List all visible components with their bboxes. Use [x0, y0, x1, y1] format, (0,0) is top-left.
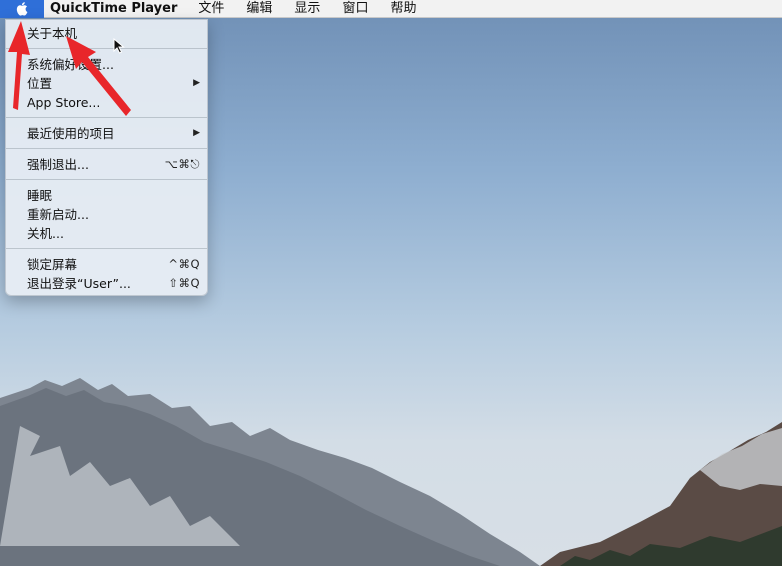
- menu-item-sleep[interactable]: 睡眠: [6, 186, 207, 205]
- menu-item-label: 退出登录“User”...: [27, 276, 131, 291]
- menu-item-label: 强制退出...: [27, 157, 89, 172]
- menu-item-label: 睡眠: [27, 188, 53, 203]
- apple-dropdown-menu: 关于本机 系统偏好设置... 位置 ▶ App Store... 最近使用的项目…: [5, 19, 208, 296]
- menu-item-label: 位置: [27, 76, 53, 91]
- shortcut-label: ^⌘Q: [168, 257, 200, 271]
- menu-item-system-preferences[interactable]: 系统偏好设置...: [6, 55, 207, 74]
- mouse-pointer-icon: [113, 38, 125, 54]
- triangle-right-icon: ▶: [193, 128, 200, 138]
- menu-item-lock-screen[interactable]: 锁定屏幕 ^⌘Q: [6, 255, 207, 274]
- menu-separator: [6, 248, 207, 249]
- menu-item-location[interactable]: 位置 ▶: [6, 74, 207, 93]
- menu-item-label: 最近使用的项目: [27, 126, 115, 141]
- menu-help[interactable]: 帮助: [379, 0, 427, 18]
- shortcut-label: ⇧⌘Q: [168, 276, 200, 290]
- menu-item-shutdown[interactable]: 关机...: [6, 224, 207, 243]
- menu-item-recent-items[interactable]: 最近使用的项目 ▶: [6, 124, 207, 143]
- menu-item-restart[interactable]: 重新启动...: [6, 205, 207, 224]
- menu-item-app-store[interactable]: App Store...: [6, 93, 207, 112]
- menu-item-label: 锁定屏幕: [27, 257, 78, 272]
- app-menu-quicktime[interactable]: QuickTime Player: [44, 0, 187, 18]
- menu-item-label: 关于本机: [27, 26, 78, 41]
- apple-logo-icon: [16, 2, 27, 16]
- mountain-landscape: [0, 378, 782, 566]
- menu-item-label: 系统偏好设置...: [27, 57, 114, 72]
- menu-window[interactable]: 窗口: [331, 0, 379, 18]
- menu-edit[interactable]: 编辑: [235, 0, 283, 18]
- menu-separator: [6, 48, 207, 49]
- menu-separator: [6, 117, 207, 118]
- menu-file[interactable]: 文件: [187, 0, 235, 18]
- menu-item-label: 重新启动...: [27, 207, 89, 222]
- apple-menu-button[interactable]: [0, 0, 44, 18]
- shortcut-label: ⌥⌘⎋: [164, 157, 200, 171]
- triangle-right-icon: ▶: [193, 78, 200, 88]
- menu-item-logout[interactable]: 退出登录“User”... ⇧⌘Q: [6, 274, 207, 293]
- menu-separator: [6, 179, 207, 180]
- menu-item-label: 关机...: [27, 226, 64, 241]
- menu-item-label: App Store...: [27, 95, 101, 110]
- menu-bar: QuickTime Player 文件 编辑 显示 窗口 帮助: [0, 0, 782, 18]
- menu-item-about[interactable]: 关于本机: [6, 24, 207, 43]
- menu-view[interactable]: 显示: [283, 0, 331, 18]
- menu-item-force-quit[interactable]: 强制退出... ⌥⌘⎋: [6, 155, 207, 174]
- menu-separator: [6, 148, 207, 149]
